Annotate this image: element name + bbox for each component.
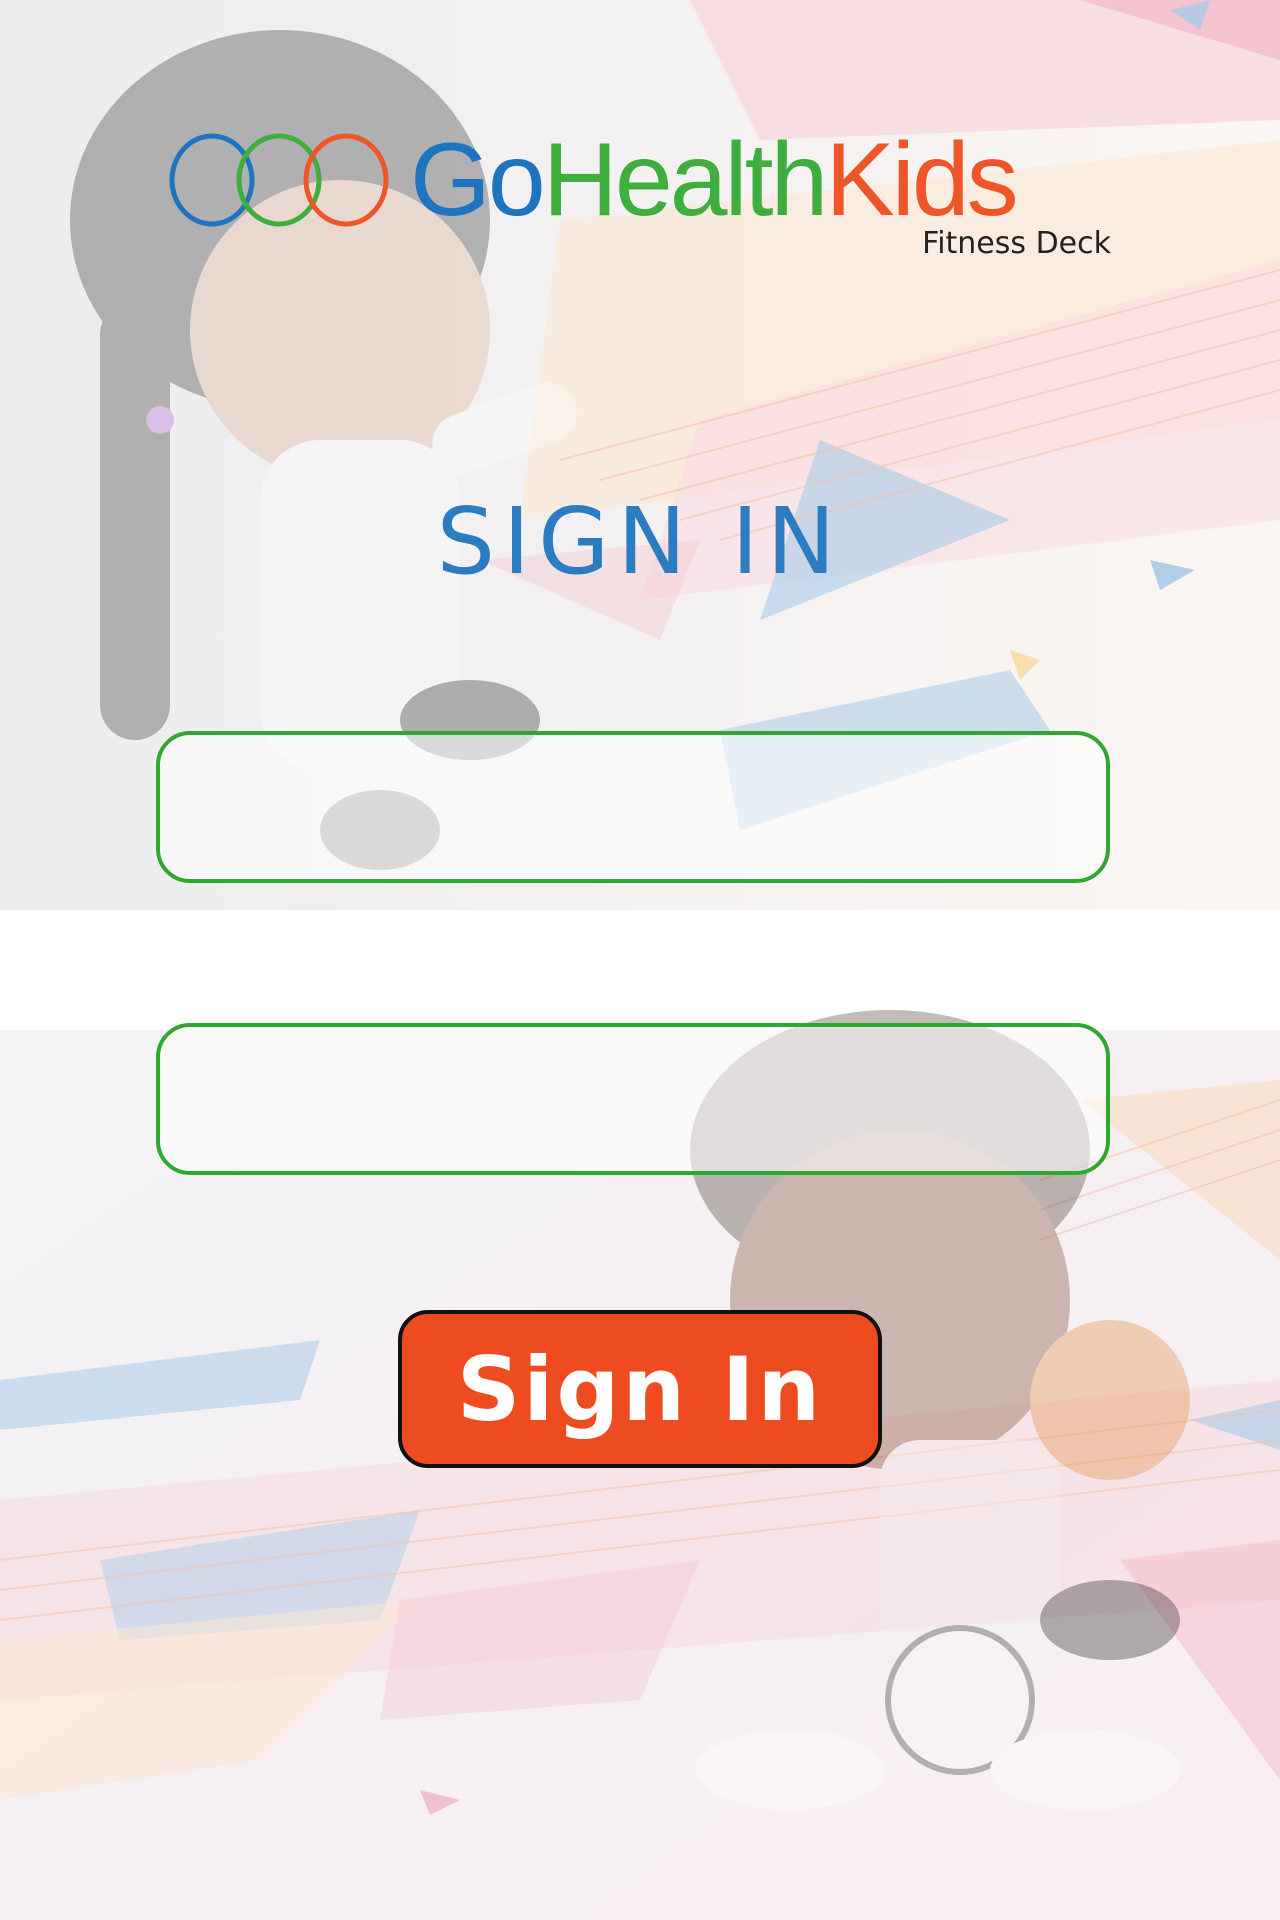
password-input[interactable]: [156, 1023, 1110, 1175]
app-logo: GoHealthKids Fitness Deck: [166, 128, 1116, 268]
sign-in-button[interactable]: Sign In: [398, 1310, 882, 1468]
brand-kids: Kids: [825, 122, 1018, 238]
username-input[interactable]: [156, 731, 1110, 883]
background-artwork: [0, 0, 1280, 1920]
brand-subtitle: Fitness Deck: [922, 226, 1111, 261]
brand-go: Go: [410, 122, 546, 238]
rings-icon: [169, 133, 389, 227]
brand-health: Health: [542, 122, 829, 238]
page-title: SIGN IN: [436, 488, 844, 595]
